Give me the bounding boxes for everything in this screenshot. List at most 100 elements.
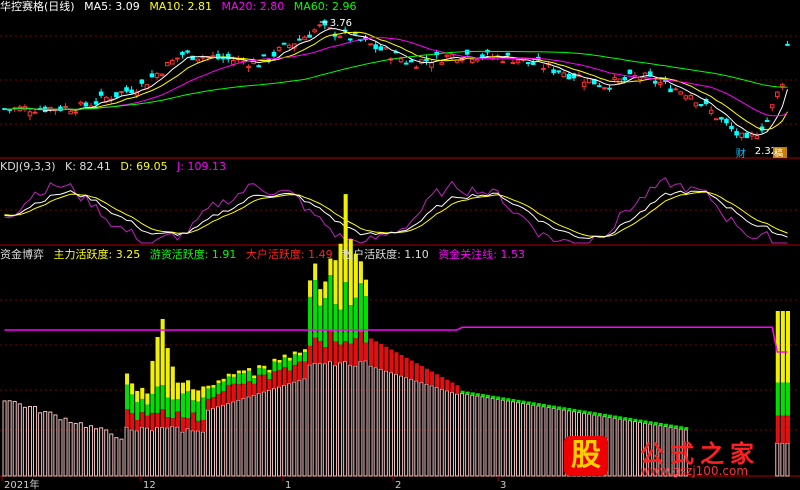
kdj-d-line	[4, 191, 788, 238]
big-holder-bar	[399, 355, 404, 376]
hot-money-bar	[506, 398, 511, 401]
retail-bar	[292, 381, 297, 477]
retail-bar	[536, 405, 541, 477]
retail-bar	[261, 391, 266, 477]
candle-body	[78, 101, 84, 105]
big-holder-bar	[313, 337, 318, 364]
retail-bar	[332, 365, 338, 477]
main-force-bar	[277, 359, 282, 363]
hot-money-bar	[516, 399, 521, 403]
retail-bar	[399, 375, 404, 477]
kdj-d-label: D: 69.05	[120, 160, 168, 173]
candle-body	[607, 87, 612, 90]
candle-body	[373, 44, 378, 50]
candle-body	[231, 59, 236, 65]
candle-body	[424, 58, 429, 62]
main-force-bar	[297, 352, 302, 356]
main-force-bar	[313, 263, 318, 281]
candle-body	[500, 61, 506, 64]
hot-money-bar	[201, 397, 206, 420]
hot-money-bar	[358, 283, 363, 332]
big-holder-bar	[389, 349, 394, 373]
retail-bar	[368, 365, 373, 477]
main-force-bar	[130, 383, 135, 395]
main-force-bar	[780, 311, 785, 383]
retail-bar	[185, 428, 190, 477]
retail-bar	[27, 405, 32, 477]
big-holder-bar	[333, 341, 338, 366]
hot-money-bar	[475, 393, 480, 396]
retail-bar	[531, 404, 536, 477]
ma5-label: MA5: 3.09	[84, 0, 140, 13]
retail-bar	[454, 393, 460, 477]
candle-body	[439, 62, 445, 65]
big-holder-bar	[135, 419, 140, 431]
candle-body	[505, 52, 511, 56]
main-force-bar	[257, 365, 262, 368]
candle-body	[602, 87, 607, 90]
candle-body	[444, 54, 450, 57]
main-force-bar	[343, 194, 348, 283]
candle-body	[154, 72, 160, 78]
candle-body	[693, 102, 699, 107]
news-marker: 稿	[774, 147, 783, 159]
hot-money-bar	[541, 403, 546, 407]
main-force-bar	[267, 369, 272, 373]
hot-money-bar	[491, 395, 496, 399]
big-holder-bar	[247, 381, 252, 397]
main-force-bar	[165, 348, 170, 398]
hot-money-bar	[582, 410, 587, 414]
main-force-bar	[358, 261, 363, 284]
hot-money-bar	[211, 387, 216, 397]
candle-body	[729, 125, 734, 130]
hot-money-bar	[613, 415, 618, 419]
main-force-bar	[241, 370, 247, 374]
candle-body	[337, 35, 343, 39]
retail-bar	[175, 426, 180, 477]
big-holder-bar	[170, 418, 175, 427]
main-force-bar	[155, 337, 160, 387]
retail-bar	[409, 378, 414, 477]
retail-bar	[190, 430, 195, 477]
hot-money-bar	[226, 376, 231, 385]
retail-bar	[94, 428, 99, 477]
big-holder-bar	[379, 344, 384, 370]
retail-bar	[17, 403, 22, 477]
retail-bar	[88, 425, 93, 477]
hot-money-bar	[333, 304, 338, 342]
candle-body	[281, 42, 287, 45]
candle-body	[83, 102, 89, 107]
big-holder-bar	[145, 415, 150, 428]
candle-body	[312, 29, 317, 33]
retail-bar	[139, 426, 144, 477]
big-holder-bar	[450, 382, 455, 393]
hot-money-bar	[247, 370, 252, 382]
candle-body	[525, 62, 531, 65]
retail-bar	[134, 430, 139, 477]
hot-money-bar	[633, 418, 638, 422]
retail-bar	[155, 426, 160, 477]
hot-money-bar	[302, 351, 308, 362]
hot-money-bar	[272, 361, 277, 372]
retail-bar	[43, 410, 48, 477]
main-force-bar	[785, 311, 790, 383]
retail-bar	[200, 431, 205, 477]
candle-body	[27, 111, 33, 117]
main-force-bar	[135, 390, 140, 402]
retail-bar	[246, 396, 251, 477]
hot-money-bar	[485, 394, 491, 398]
retail-bar	[495, 398, 500, 477]
candle-body	[775, 91, 780, 97]
retail-bar	[480, 396, 485, 477]
retail-bar	[521, 402, 526, 477]
hot-money-bar	[363, 296, 369, 343]
candle-body	[139, 79, 145, 84]
watermark-badge: 股	[564, 436, 608, 476]
candle-body	[297, 38, 302, 41]
hot-money-bar	[262, 368, 267, 375]
hot-money-bar	[567, 408, 572, 411]
candle-body	[200, 56, 206, 59]
main-force-bar	[125, 373, 130, 385]
kdj-title: KDJ(9,3,3)	[0, 160, 56, 173]
kdj-k-line	[4, 190, 788, 240]
